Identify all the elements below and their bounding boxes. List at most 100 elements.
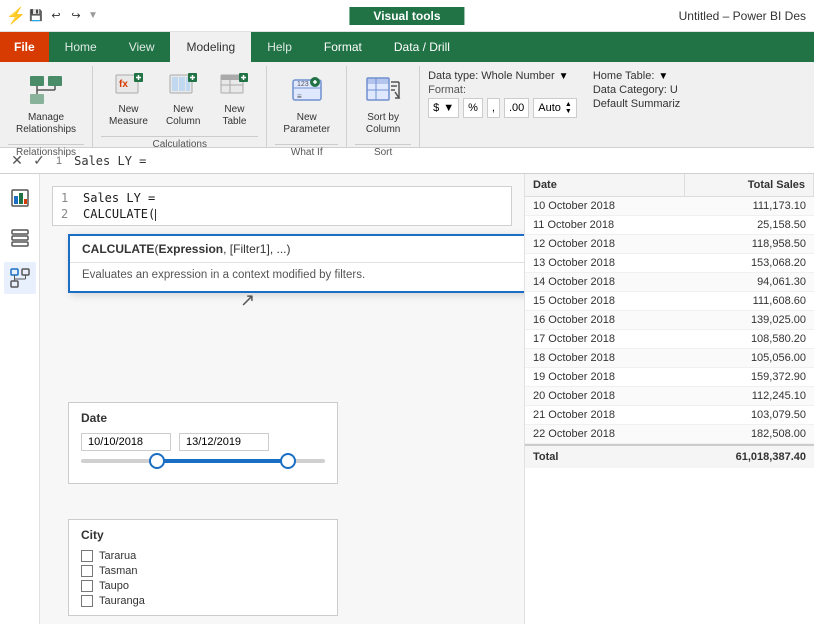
new-column-button[interactable]: NewColumn	[158, 66, 208, 130]
col-header-sales: Total Sales	[685, 174, 814, 196]
city-checkbox-tararua[interactable]	[81, 550, 93, 562]
autocomplete-header: CALCULATE(Expression, [Filter1], ...)	[70, 236, 524, 263]
auto-label: Auto	[538, 102, 561, 114]
formula-bar-buttons: ✕ ✓	[8, 152, 48, 169]
format-label: Format:	[428, 84, 466, 96]
svg-text:≡: ≡	[297, 92, 302, 101]
new-column-label: NewColumn	[166, 104, 200, 128]
ribbon-group-whatif: 123 ≡ NewParameter What If	[267, 66, 347, 147]
col-header-date: Date	[525, 174, 685, 196]
cell-sales: 108,580.20	[685, 330, 814, 348]
line-code-1: Sales LY =	[83, 191, 155, 205]
new-measure-button[interactable]: fx NewMeasure	[101, 66, 156, 130]
city-label-tasman: Tasman	[99, 565, 138, 577]
table-row: 17 October 2018 108,580.20	[525, 330, 814, 349]
table-row: 18 October 2018 105,056.00	[525, 349, 814, 368]
tab-datadrill[interactable]: Data / Drill	[378, 32, 466, 62]
date-slider-track	[81, 459, 325, 463]
cell-date: 20 October 2018	[525, 387, 685, 405]
city-checkbox-taupo[interactable]	[81, 580, 93, 592]
sidebar-model-icon[interactable]	[4, 262, 36, 294]
tab-modeling[interactable]: Modeling	[170, 32, 251, 62]
table-row: 15 October 2018 111,608.60	[525, 292, 814, 311]
tab-home[interactable]: Home	[49, 32, 113, 62]
sort-by-column-button[interactable]: Sort byColumn	[355, 66, 411, 138]
home-table-dropdown-icon[interactable]: ▼	[658, 71, 668, 82]
cell-sales: 105,056.00	[685, 349, 814, 367]
quick-access-toolbar: ⚡ 💾 ↩ ↪ ▼	[0, 8, 106, 24]
end-date-input[interactable]	[179, 433, 269, 451]
visual-tools-label: Visual tools	[349, 7, 464, 25]
formula-cancel-button[interactable]: ✕	[8, 152, 26, 169]
table-row: 21 October 2018 103,079.50	[525, 406, 814, 425]
city-checkbox-tauranga[interactable]	[81, 595, 93, 607]
tab-view[interactable]: View	[113, 32, 171, 62]
sidebar-report-icon[interactable]	[4, 182, 36, 214]
save-icon[interactable]: 💾	[28, 8, 44, 24]
percent-dropdown[interactable]: %	[463, 98, 483, 118]
comma-symbol: ,	[492, 102, 495, 114]
date-slider-fill	[154, 459, 288, 463]
formula-editor[interactable]: 1 Sales LY = 2 CALCULATE(	[52, 186, 512, 226]
currency-dropdown[interactable]: $ ▼	[428, 98, 459, 118]
formula-confirm-button[interactable]: ✓	[30, 152, 48, 169]
currency-dropdown-icon: ▼	[443, 102, 454, 114]
city-label-tararua: Tararua	[99, 550, 136, 562]
tab-format[interactable]: Format	[308, 32, 378, 62]
cell-date: 11 October 2018	[525, 216, 685, 234]
list-item: Tauranga	[81, 595, 325, 607]
formula-line-1: 1 Sales LY =	[61, 191, 503, 205]
cell-date: 10 October 2018	[525, 197, 685, 215]
auto-dropdown[interactable]: Auto ▲▼	[533, 98, 577, 118]
formula-content-1[interactable]: Sales LY =	[74, 154, 806, 168]
city-checkbox-tasman[interactable]	[81, 565, 93, 577]
undo-icon[interactable]: ↩	[48, 8, 64, 24]
manage-relationships-label: ManageRelationships	[16, 112, 76, 136]
table-row: 13 October 2018 153,068.20	[525, 254, 814, 273]
manage-relationships-button[interactable]: ManageRelationships	[8, 66, 84, 138]
home-table-label: Home Table:	[593, 70, 655, 82]
cell-sales: 153,068.20	[685, 254, 814, 272]
start-date-input[interactable]	[81, 433, 171, 451]
date-slider-left-thumb[interactable]	[149, 453, 165, 469]
ribbon-group-whatif-items: 123 ≡ NewParameter	[275, 66, 338, 142]
list-item: Tasman	[81, 565, 325, 577]
comma-dropdown[interactable]: ,	[487, 98, 500, 118]
percent-symbol: %	[468, 102, 478, 114]
tab-file[interactable]: File	[0, 32, 49, 62]
list-item: Taupo	[81, 580, 325, 592]
autocomplete-popup: CALCULATE(Expression, [Filter1], ...) Ev…	[68, 234, 524, 293]
data-type-row: Data type: Whole Number ▼	[428, 70, 577, 82]
cell-sales: 182,508.00	[685, 425, 814, 443]
footer-total-sales: 61,018,387.40	[685, 446, 814, 468]
line-code-2: CALCULATE(	[83, 207, 156, 221]
sidebar-data-icon[interactable]	[4, 222, 36, 254]
footer-total-label: Total	[525, 446, 685, 468]
data-type-label: Data type: Whole Number	[428, 70, 555, 82]
svg-text:123: 123	[297, 81, 309, 88]
default-summarize-label: Default Summariz	[593, 98, 680, 110]
cell-sales: 139,025.00	[685, 311, 814, 329]
new-parameter-button[interactable]: 123 ≡ NewParameter	[275, 66, 338, 138]
table-footer: Total 61,018,387.40	[525, 444, 814, 468]
new-table-button[interactable]: NewTable	[210, 66, 258, 130]
default-summarize-row: Default Summariz	[593, 98, 680, 110]
data-type-dropdown-icon[interactable]: ▼	[559, 71, 569, 82]
date-slider-right-thumb[interactable]	[280, 453, 296, 469]
cell-sales: 111,173.10	[685, 197, 814, 215]
cell-sales: 118,958.50	[685, 235, 814, 253]
auto-stepper[interactable]: ▲▼	[565, 101, 572, 115]
autocomplete-body: Evaluates an expression in a context mod…	[70, 263, 524, 291]
calculations-group-label: Calculations	[101, 136, 258, 153]
title-bar: ⚡ 💾 ↩ ↪ ▼ Visual tools Untitled – Power …	[0, 0, 814, 32]
table-row: 16 October 2018 139,025.00	[525, 311, 814, 330]
format-row: Format:	[428, 84, 577, 96]
ribbon-group-sort: Sort byColumn Sort	[347, 66, 420, 147]
table-header: Date Total Sales	[525, 174, 814, 197]
cell-sales: 94,061.30	[685, 273, 814, 291]
redo-icon[interactable]: ↪	[68, 8, 84, 24]
ribbon: ManageRelationships Relationships fx New…	[0, 62, 814, 148]
tab-help[interactable]: Help	[251, 32, 308, 62]
formula-line-num-1: 1	[56, 155, 62, 167]
decimal-dropdown[interactable]: .00	[504, 98, 529, 118]
